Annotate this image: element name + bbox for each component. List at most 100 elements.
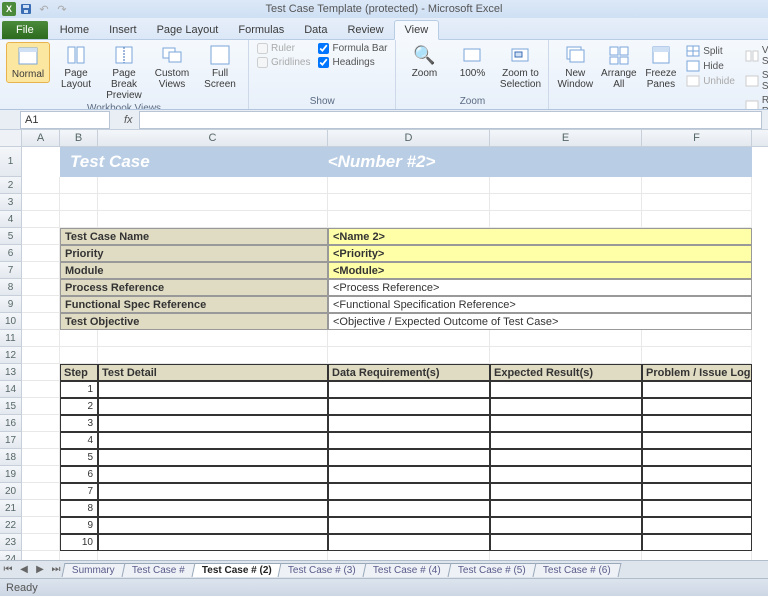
- headings-checkbox[interactable]: Headings: [316, 56, 389, 69]
- step-number[interactable]: 7: [60, 483, 98, 500]
- select-all-corner[interactable]: [0, 130, 22, 146]
- cell[interactable]: [490, 347, 642, 364]
- row-header[interactable]: 1: [0, 147, 22, 177]
- reset-window-button[interactable]: Reset Window Position: [742, 94, 768, 110]
- table-cell[interactable]: [642, 466, 752, 483]
- tab-nav-prev-icon[interactable]: ◀: [16, 564, 32, 575]
- table-cell[interactable]: [98, 449, 328, 466]
- cell[interactable]: [328, 330, 490, 347]
- cell[interactable]: [22, 330, 60, 347]
- ruler-checkbox[interactable]: Ruler: [255, 42, 312, 55]
- page-layout-button[interactable]: Page Layout: [54, 42, 98, 92]
- zoom-100-button[interactable]: 100%: [450, 42, 494, 81]
- info-value[interactable]: <Name 2>: [328, 228, 752, 245]
- table-cell[interactable]: [490, 483, 642, 500]
- cell[interactable]: [22, 194, 60, 211]
- cell[interactable]: [22, 245, 60, 262]
- row-header[interactable]: 5: [0, 228, 22, 245]
- row-header[interactable]: 17: [0, 432, 22, 449]
- table-cell[interactable]: [642, 517, 752, 534]
- cell[interactable]: [60, 347, 98, 364]
- gridlines-checkbox[interactable]: Gridlines: [255, 56, 312, 69]
- step-number[interactable]: 5: [60, 449, 98, 466]
- table-cell[interactable]: [642, 500, 752, 517]
- table-cell[interactable]: [328, 432, 490, 449]
- cell[interactable]: [60, 177, 98, 194]
- table-cell[interactable]: [490, 466, 642, 483]
- info-label[interactable]: Module: [60, 262, 328, 279]
- arrange-all-button[interactable]: Arrange All: [599, 42, 639, 92]
- table-cell[interactable]: [98, 398, 328, 415]
- info-value[interactable]: <Objective / Expected Outcome of Test Ca…: [328, 313, 752, 330]
- step-number[interactable]: 1: [60, 381, 98, 398]
- cell[interactable]: [60, 194, 98, 211]
- cell[interactable]: [22, 313, 60, 330]
- split-button[interactable]: Split: [683, 44, 738, 58]
- table-header[interactable]: Step: [60, 364, 98, 381]
- table-cell[interactable]: [490, 432, 642, 449]
- cell[interactable]: [642, 330, 752, 347]
- cell[interactable]: [98, 551, 328, 560]
- cell[interactable]: [490, 330, 642, 347]
- table-cell[interactable]: [98, 517, 328, 534]
- col-header[interactable]: E: [490, 130, 642, 146]
- row-header[interactable]: 3: [0, 194, 22, 211]
- fx-icon[interactable]: fx: [124, 114, 133, 126]
- sync-scrolling-button[interactable]: Synchronous Scrolling: [742, 69, 768, 93]
- tab-data[interactable]: Data: [294, 21, 337, 39]
- table-cell[interactable]: [490, 415, 642, 432]
- cell[interactable]: [328, 177, 490, 194]
- band-number[interactable]: <Number #2>: [328, 152, 436, 172]
- table-cell[interactable]: [490, 534, 642, 551]
- cell[interactable]: [642, 347, 752, 364]
- cell[interactable]: [642, 177, 752, 194]
- info-label[interactable]: Test Objective: [60, 313, 328, 330]
- cell[interactable]: [642, 211, 752, 228]
- table-cell[interactable]: [98, 466, 328, 483]
- tab-page-layout[interactable]: Page Layout: [147, 21, 229, 39]
- info-value[interactable]: <Functional Specification Reference>: [328, 296, 752, 313]
- cell[interactable]: [328, 194, 490, 211]
- row-header[interactable]: 8: [0, 279, 22, 296]
- redo-icon[interactable]: ↷: [54, 2, 70, 16]
- table-cell[interactable]: [98, 432, 328, 449]
- sheet-tab[interactable]: Test Case # (4): [363, 563, 452, 577]
- table-cell[interactable]: [328, 534, 490, 551]
- cell[interactable]: [22, 551, 60, 560]
- cell[interactable]: [22, 347, 60, 364]
- cell[interactable]: [22, 177, 60, 194]
- cell[interactable]: [22, 296, 60, 313]
- tab-insert[interactable]: Insert: [99, 21, 147, 39]
- step-number[interactable]: 3: [60, 415, 98, 432]
- row-header[interactable]: 4: [0, 211, 22, 228]
- table-cell[interactable]: [642, 415, 752, 432]
- cell[interactable]: [642, 194, 752, 211]
- info-label[interactable]: Test Case Name: [60, 228, 328, 245]
- table-cell[interactable]: [328, 449, 490, 466]
- table-cell[interactable]: [98, 500, 328, 517]
- row-header[interactable]: 6: [0, 245, 22, 262]
- cell[interactable]: [22, 228, 60, 245]
- step-number[interactable]: 10: [60, 534, 98, 551]
- tab-review[interactable]: Review: [337, 21, 393, 39]
- cell[interactable]: [98, 177, 328, 194]
- row-header[interactable]: 10: [0, 313, 22, 330]
- tab-view[interactable]: View: [394, 20, 440, 40]
- tab-nav-first-icon[interactable]: ⏮: [0, 564, 16, 575]
- cell[interactable]: [98, 211, 328, 228]
- table-cell[interactable]: [328, 381, 490, 398]
- info-label[interactable]: Priority: [60, 245, 328, 262]
- row-header[interactable]: 21: [0, 500, 22, 517]
- zoom-selection-button[interactable]: Zoom to Selection: [498, 42, 542, 92]
- cell[interactable]: [60, 211, 98, 228]
- name-box[interactable]: A1: [20, 111, 110, 129]
- row-header[interactable]: 13: [0, 364, 22, 381]
- tab-formulas[interactable]: Formulas: [228, 21, 294, 39]
- table-cell[interactable]: [490, 517, 642, 534]
- tab-file[interactable]: File: [2, 21, 48, 39]
- table-cell[interactable]: [490, 500, 642, 517]
- cell[interactable]: [98, 194, 328, 211]
- formula-bar-checkbox[interactable]: Formula Bar: [316, 42, 389, 55]
- cell[interactable]: [22, 211, 60, 228]
- info-value[interactable]: <Process Reference>: [328, 279, 752, 296]
